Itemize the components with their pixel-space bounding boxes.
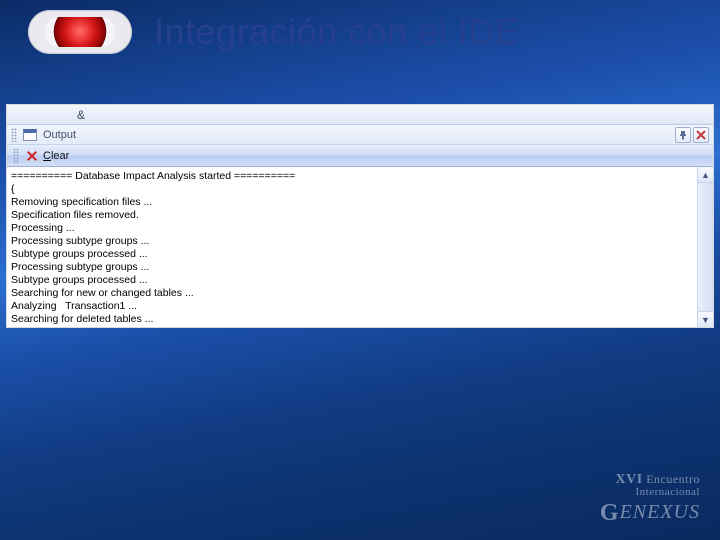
ide-screenshot: & Output Clear bbox=[6, 104, 714, 328]
record-dot-icon bbox=[45, 17, 115, 47]
footer-branding: XVI Encuentro Internacional GENEXUS bbox=[600, 473, 700, 526]
pin-button[interactable] bbox=[675, 127, 691, 143]
panel-title-tools bbox=[675, 127, 709, 143]
output-panel-icon bbox=[23, 129, 37, 141]
scroll-down-button[interactable]: ▼ bbox=[698, 311, 713, 327]
footer-line2: Internacional bbox=[600, 487, 700, 499]
scroll-track[interactable] bbox=[698, 183, 713, 311]
ampersand-icon: & bbox=[77, 108, 85, 122]
clear-icon[interactable] bbox=[25, 149, 39, 163]
title-row: Integración con el IDE bbox=[0, 0, 720, 54]
slide-title: Integración con el IDE bbox=[154, 11, 519, 53]
pin-icon bbox=[678, 130, 688, 140]
ide-toolbar-strip: & bbox=[7, 105, 713, 125]
vertical-scrollbar[interactable]: ▲ ▼ bbox=[697, 167, 713, 327]
output-body: ========== Database Impact Analysis star… bbox=[7, 167, 713, 327]
grip-icon[interactable] bbox=[11, 128, 17, 142]
footer-line1: XVI Encuentro bbox=[600, 473, 700, 488]
grip-icon[interactable] bbox=[13, 148, 19, 164]
slide: Integración con el IDE & Output bbox=[0, 0, 720, 540]
close-icon bbox=[696, 130, 706, 140]
output-toolbar: Clear bbox=[7, 145, 713, 167]
genexus-logo: GENEXUS bbox=[600, 501, 700, 526]
logo-pill bbox=[28, 10, 132, 54]
output-log[interactable]: ========== Database Impact Analysis star… bbox=[7, 167, 697, 327]
close-button[interactable] bbox=[693, 127, 709, 143]
scroll-up-button[interactable]: ▲ bbox=[698, 167, 713, 183]
clear-button[interactable]: Clear bbox=[43, 150, 69, 162]
output-panel-titlebar[interactable]: Output bbox=[7, 125, 713, 145]
output-panel-title: Output bbox=[43, 129, 76, 141]
